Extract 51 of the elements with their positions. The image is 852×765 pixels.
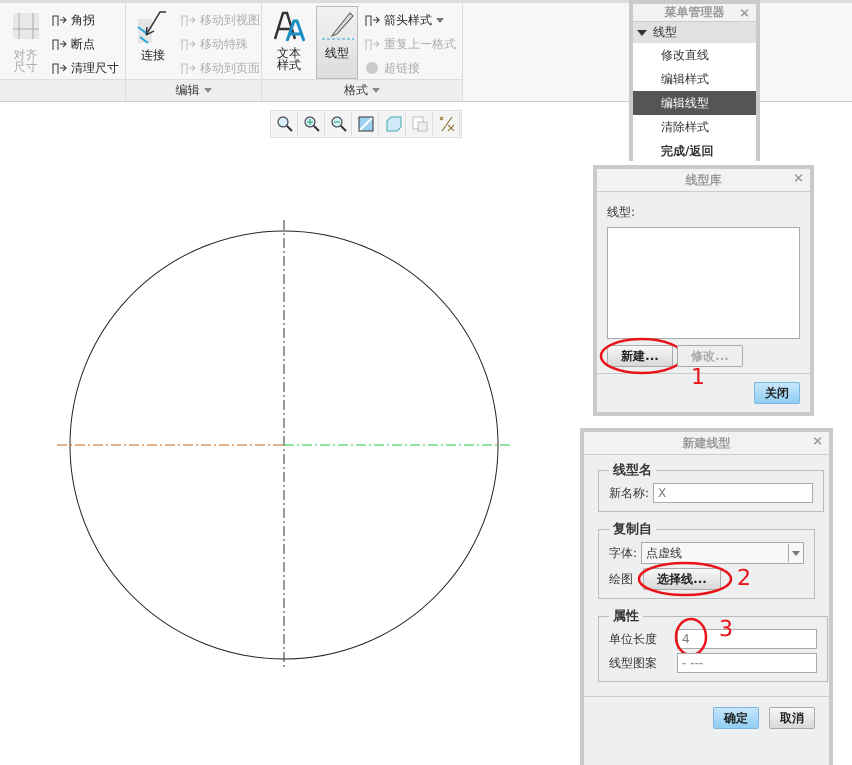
layers-icon [410, 115, 428, 133]
dropdown[interactable]: 点虚线 [641, 542, 804, 564]
annotation-number: 2 [737, 566, 751, 591]
cube-icon [384, 115, 402, 133]
ribbon-button[interactable]: 箭头样式 [364, 10, 456, 30]
window-title: 新建线型 [682, 434, 730, 452]
menu-item[interactable]: 清除样式 [633, 115, 756, 139]
select-line-button[interactable]: 选择线... [643, 568, 721, 590]
window-title: 线型库 [686, 172, 722, 188]
section-header[interactable]: 线型 [653, 24, 677, 41]
ribbon-button[interactable]: 文本样式 [268, 6, 310, 79]
linetype-list[interactable] [607, 227, 800, 339]
window-title: 菜单管理器 [664, 4, 724, 21]
zoom-in-icon [302, 115, 320, 133]
menu-item[interactable]: 编辑样式 [633, 67, 756, 91]
group-label[interactable]: 编辑 [176, 82, 212, 100]
zoom-fit-icon [276, 115, 294, 133]
annotation-number: 1 [691, 365, 705, 390]
ribbon-button[interactable]: 连接 [132, 6, 174, 79]
caret-icon [792, 550, 800, 556]
dialog-button[interactable]: 确定 [713, 707, 759, 729]
repaint-icon [356, 115, 374, 133]
text-style-icon [273, 9, 305, 43]
zoom-out-icon [330, 115, 348, 133]
dialog-button[interactable]: 新建... [607, 345, 673, 367]
menu-item[interactable]: 修改直线 [633, 43, 756, 67]
menu-item[interactable]: 编辑线型 [633, 91, 756, 115]
input-field[interactable]: X [653, 483, 814, 503]
ribbon-button[interactable]: 断点 [51, 34, 119, 54]
group-title: 属性 [612, 608, 640, 625]
input-field[interactable]: - --- [677, 653, 817, 673]
caret-icon [372, 88, 380, 94]
field-label: 线型图案 [609, 654, 658, 672]
group-title: 线型名 [612, 462, 653, 479]
field-label: 字体: [609, 544, 638, 562]
field-label: 单位长度 [609, 630, 658, 648]
caret-icon [204, 88, 212, 94]
dialog-button[interactable]: 取消 [769, 707, 815, 729]
datum-icon [438, 115, 456, 133]
caret-icon [637, 30, 647, 36]
field-label: 新名称: [609, 484, 650, 502]
list-label: 线型: [607, 204, 636, 221]
ribbon-button[interactable]: 角拐 [51, 10, 119, 30]
close-button[interactable]: 关闭 [754, 382, 800, 404]
group-label[interactable]: 格式 [344, 82, 380, 100]
menu-item[interactable]: 完成/返回 [633, 139, 756, 163]
ribbon-button[interactable]: 清理尺寸 [51, 58, 119, 78]
group-title: 复制自 [612, 521, 653, 538]
ribbon-button[interactable]: 线型 [316, 6, 358, 79]
field-label: 绘图 [609, 570, 633, 588]
dropdown-arrow[interactable] [788, 544, 803, 562]
